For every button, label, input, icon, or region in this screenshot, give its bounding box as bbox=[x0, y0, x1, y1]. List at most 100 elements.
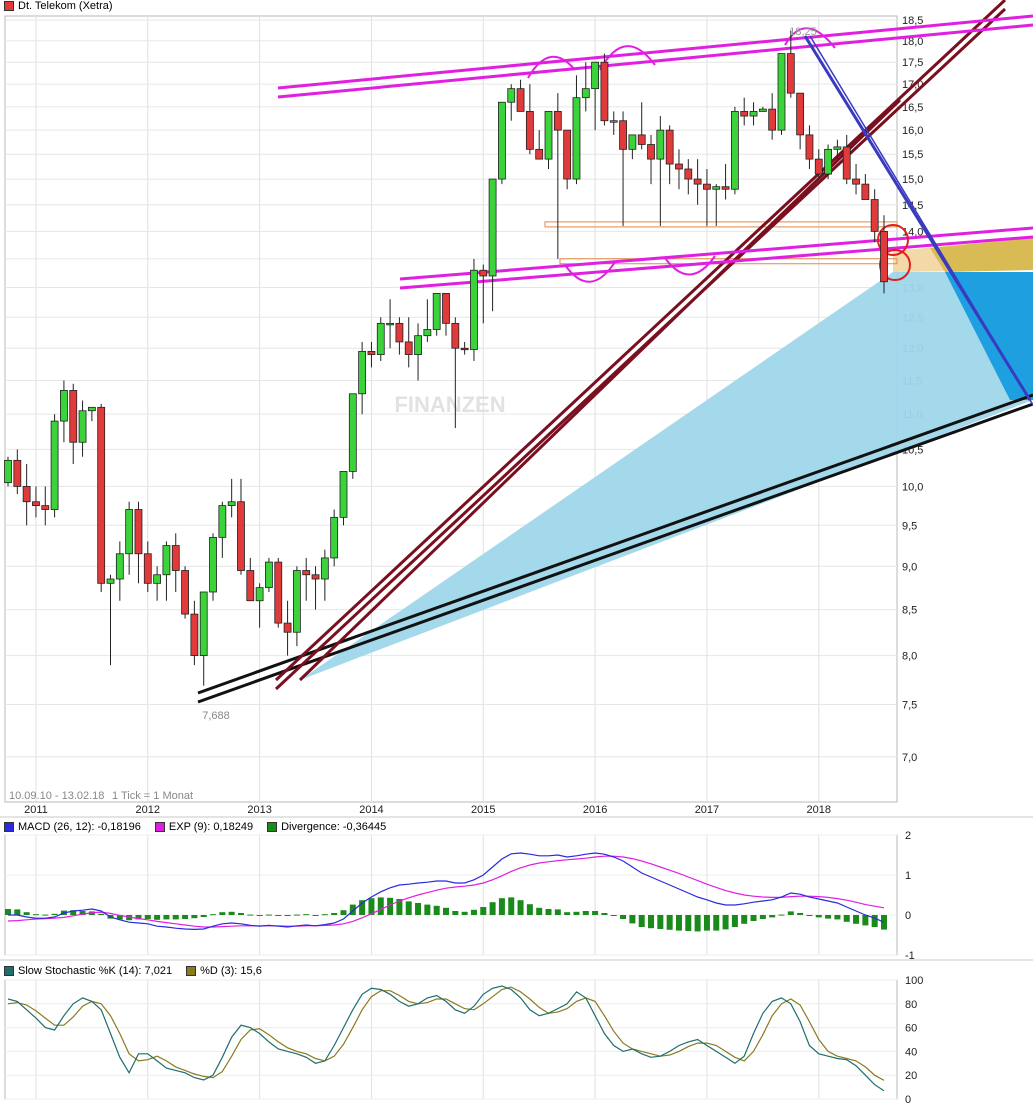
price-tick-label: 7,5 bbox=[902, 699, 917, 711]
candle-down bbox=[861, 183, 870, 200]
divergence-bar bbox=[405, 901, 412, 915]
candle-down bbox=[237, 501, 245, 571]
divergence-bar bbox=[200, 915, 207, 917]
divergence-bar bbox=[163, 915, 170, 920]
price-tick-label: 9,5 bbox=[902, 520, 917, 532]
divergence-bar bbox=[638, 915, 645, 927]
macd-tick-label: 1 bbox=[905, 870, 911, 882]
divergence-bar bbox=[778, 914, 785, 916]
candle-up bbox=[115, 553, 124, 580]
divergence-bar bbox=[489, 902, 496, 915]
candle-down bbox=[693, 178, 702, 185]
divergence-bar bbox=[592, 911, 599, 915]
high-price-label: 18,25 bbox=[789, 26, 817, 38]
x-tick-label: 2015 bbox=[471, 804, 495, 816]
candle-up bbox=[106, 578, 115, 584]
divergence-bar bbox=[480, 907, 487, 915]
divergence-bar bbox=[415, 903, 422, 915]
x-tick-label: 2013 bbox=[247, 804, 271, 816]
legend-label-exp: EXP (9): 0,18249 bbox=[168, 821, 254, 833]
candle-down bbox=[134, 509, 143, 555]
legend-swatch-macd bbox=[4, 822, 14, 832]
candle-down bbox=[535, 148, 544, 160]
divergence-bar bbox=[536, 907, 543, 915]
divergence-bar bbox=[843, 915, 850, 922]
candle-up bbox=[78, 410, 87, 443]
candle-up bbox=[488, 178, 497, 277]
candle-up bbox=[292, 570, 301, 633]
divergence-bar bbox=[340, 910, 347, 915]
legend-item-exp: EXP (9): 0,18249 bbox=[154, 821, 254, 833]
candle-down bbox=[190, 613, 199, 656]
legend-item-macd: MACD (26, 12): -0,18196 bbox=[4, 821, 141, 833]
divergence-bar bbox=[675, 915, 682, 931]
candle-down bbox=[460, 347, 469, 351]
divergence-bar bbox=[731, 915, 738, 927]
divergence-bar bbox=[256, 915, 263, 916]
candle-up bbox=[712, 186, 721, 190]
divergence-bar bbox=[871, 915, 878, 927]
divergence-bar bbox=[312, 915, 319, 916]
divergence-bar bbox=[182, 915, 189, 919]
divergence-bar bbox=[228, 911, 235, 915]
candle-down bbox=[171, 545, 180, 571]
divergence-bar bbox=[573, 911, 580, 915]
divergence-bar bbox=[433, 905, 440, 915]
legend-item-divergence: Divergence: -0,36445 bbox=[267, 821, 386, 833]
candle-down bbox=[721, 186, 730, 190]
divergence-bar bbox=[759, 915, 766, 919]
candle-down bbox=[870, 199, 879, 232]
divergence-bar bbox=[657, 915, 664, 929]
divergence-bar bbox=[331, 913, 338, 915]
candle-up bbox=[209, 536, 217, 593]
divergence-bar bbox=[685, 915, 692, 931]
candle-up bbox=[628, 134, 637, 150]
divergence-bar bbox=[722, 915, 729, 930]
divergence-bar bbox=[666, 915, 673, 930]
candle-down bbox=[647, 144, 655, 160]
divergence-bar bbox=[172, 915, 179, 920]
candle-down bbox=[41, 505, 50, 510]
macd-tick-label: -1 bbox=[905, 950, 915, 962]
divergence-bar bbox=[881, 915, 887, 930]
candle-up bbox=[199, 591, 208, 656]
candle-up bbox=[255, 587, 264, 602]
divergence-bar bbox=[862, 915, 869, 926]
candle-down bbox=[675, 163, 683, 170]
candle-up bbox=[470, 269, 478, 350]
legend-label-macd: MACD (26, 12): -0,18196 bbox=[18, 821, 141, 833]
watermark-text: FINANZEN bbox=[394, 392, 505, 417]
macd-tick-label: 0 bbox=[905, 910, 911, 922]
chart-canvas: 2011 2012 2013 2014 2015 2016 2017 20187,07,58,… bbox=[0, 0, 1033, 1106]
candle-up bbox=[423, 329, 432, 337]
macd-tick-label: 2 bbox=[905, 830, 911, 842]
divergence-bar bbox=[629, 915, 636, 924]
divergence-bar bbox=[806, 915, 813, 916]
price-tick-label: 16,0 bbox=[902, 125, 923, 137]
divergence-bar bbox=[284, 915, 291, 916]
legend-swatch-price bbox=[4, 1, 14, 11]
candle-up bbox=[544, 111, 553, 160]
candle-up bbox=[339, 471, 348, 518]
divergence-bar bbox=[508, 897, 515, 915]
divergence-bar bbox=[703, 915, 710, 931]
candle-up bbox=[50, 420, 59, 510]
divergence-bar bbox=[834, 915, 841, 920]
divergence-bar bbox=[275, 915, 282, 916]
legend-label-stoch-d: %D (3): 15,6 bbox=[200, 965, 262, 977]
low-price-label: 7,688 bbox=[202, 710, 230, 722]
divergence-bar bbox=[210, 914, 217, 916]
x-tick-label: 2016 bbox=[583, 804, 607, 816]
divergence-bar bbox=[443, 907, 449, 915]
candle-down bbox=[395, 322, 404, 343]
candle-down bbox=[553, 111, 562, 131]
candle-up bbox=[572, 97, 581, 180]
price-tick-label: 15,0 bbox=[902, 174, 923, 186]
candle-up bbox=[498, 101, 506, 180]
candle-up bbox=[265, 561, 273, 589]
candle-down bbox=[22, 486, 31, 503]
candle-down bbox=[703, 183, 711, 190]
divergence-bar bbox=[750, 915, 757, 921]
candle-down bbox=[600, 61, 609, 122]
candle-down bbox=[302, 570, 311, 576]
